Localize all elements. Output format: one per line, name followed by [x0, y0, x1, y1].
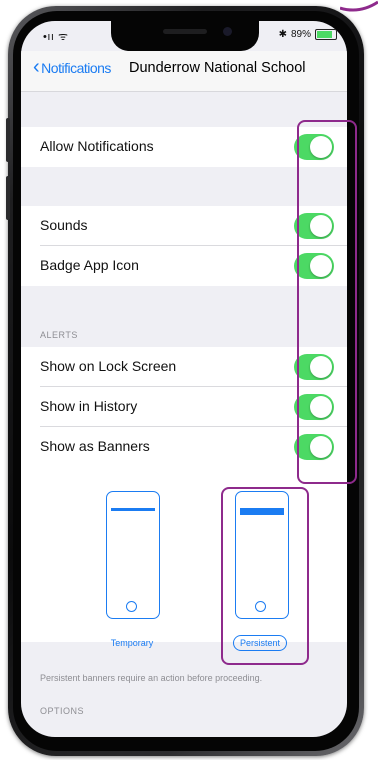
- banner-preview: [111, 508, 155, 511]
- row-label: Show in History: [40, 398, 138, 414]
- options-section-header: OPTIONS: [40, 706, 85, 716]
- highlight-allow-toggle: [297, 120, 357, 484]
- temporary-banner-option[interactable]: [106, 491, 160, 619]
- alerts-section-header: ALERTS: [40, 330, 78, 340]
- home-button-icon: [126, 601, 137, 612]
- speaker: [163, 29, 207, 34]
- page-title: Dunderrow National School: [129, 60, 306, 76]
- row-label: Show on Lock Screen: [40, 358, 177, 374]
- row-label: Sounds: [40, 217, 88, 233]
- battery-icon: [315, 29, 337, 40]
- status-right: ✱ 89%: [279, 29, 337, 40]
- row-label: Badge App Icon: [40, 257, 139, 273]
- side-button-volume-2: [6, 176, 10, 220]
- battery-percent: 89%: [290, 29, 311, 40]
- temporary-label[interactable]: Temporary: [103, 638, 161, 648]
- signal-wifi-indicator: •ıı ᯤ: [43, 31, 69, 43]
- back-button[interactable]: ‹ Notifications: [33, 56, 111, 78]
- back-label: Notifications: [41, 60, 111, 76]
- notch: [111, 21, 259, 51]
- side-button-volume: [6, 118, 10, 162]
- row-label: Allow Notifications: [40, 138, 154, 154]
- stage: •ıı ᯤ ✱ 89% ‹ Notifications Dunderrow Na…: [0, 0, 378, 760]
- front-camera: [223, 27, 232, 36]
- row-label: Show as Banners: [40, 438, 150, 454]
- highlight-persistent-option: [221, 487, 309, 665]
- chevron-left-icon: ‹: [33, 56, 40, 78]
- banner-footer-note: Persistent banners require an action bef…: [40, 673, 263, 683]
- navigation-bar: ‹ Notifications Dunderrow National Schoo…: [21, 51, 347, 92]
- bluetooth-icon: ✱: [278, 29, 287, 40]
